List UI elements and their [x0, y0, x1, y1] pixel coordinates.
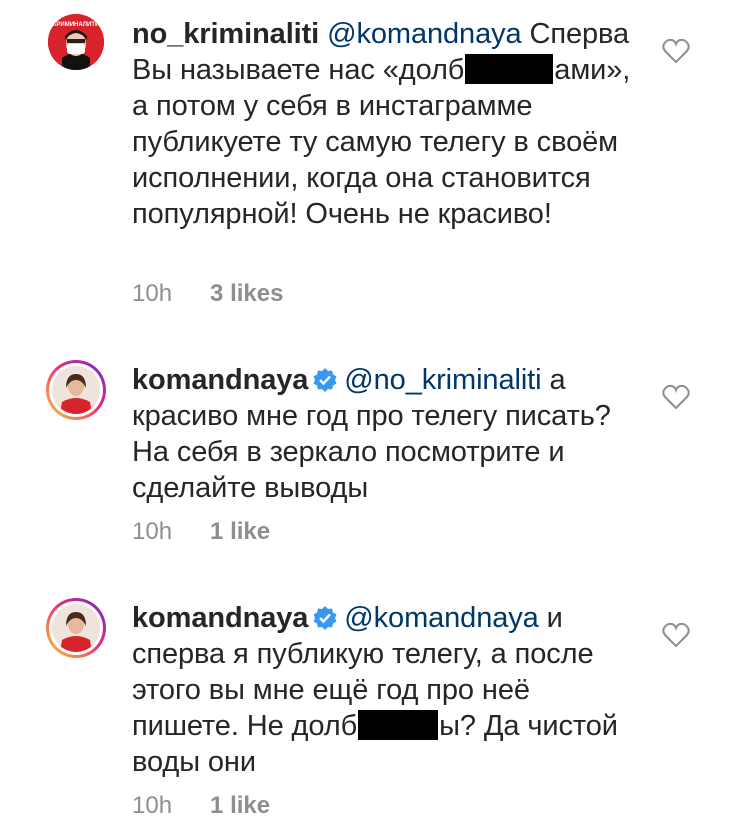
comment-username[interactable]: komandnaya — [132, 364, 308, 396]
comment-mention[interactable]: @komandnaya — [327, 18, 522, 50]
woman-in-red-icon — [52, 604, 100, 652]
comment-mention[interactable]: @no_kriminaliti — [344, 364, 541, 396]
comment-text: komandnaya @no_kriminaliti а красиво мне … — [132, 362, 642, 506]
avatar[interactable] — [46, 598, 106, 658]
svg-text:КРИМИНАЛИТИ: КРИМИНАЛИТИ — [53, 22, 100, 28]
verified-badge-icon — [313, 606, 337, 630]
comment-mention[interactable]: @komandnaya — [344, 602, 539, 634]
avatar[interactable]: КРИМИНАЛИТИ — [48, 14, 104, 70]
comment-username[interactable]: no_kriminaliti — [132, 18, 319, 50]
comment-meta: 10h 1 like — [132, 518, 270, 546]
comment-time: 10h — [132, 518, 173, 545]
comment-likes[interactable]: 1 like — [210, 518, 270, 546]
comment-likes[interactable]: 1 like — [210, 792, 270, 820]
comment-text: no_kriminaliti @komandnaya Сперва Вы наз… — [132, 16, 642, 232]
masked-person-icon: КРИМИНАЛИТИ — [48, 14, 104, 70]
redaction-box — [465, 54, 554, 84]
comment-meta: 10h 1 like — [132, 792, 270, 820]
comment-time: 10h — [132, 792, 173, 819]
comment-time: 10h — [132, 280, 173, 307]
heart-icon[interactable] — [662, 38, 690, 64]
heart-icon[interactable] — [662, 384, 690, 410]
woman-in-red-icon — [52, 366, 100, 414]
comment-meta: 10h 3 likes — [132, 280, 283, 308]
redaction-box — [358, 710, 439, 740]
comment-username[interactable]: komandnaya — [132, 602, 308, 634]
heart-icon[interactable] — [662, 622, 690, 648]
verified-badge-icon — [313, 368, 337, 392]
avatar[interactable] — [46, 360, 106, 420]
comment-likes[interactable]: 3 likes — [210, 280, 283, 308]
comment-text: komandnaya @komandnaya и сперва я публику… — [132, 600, 642, 780]
